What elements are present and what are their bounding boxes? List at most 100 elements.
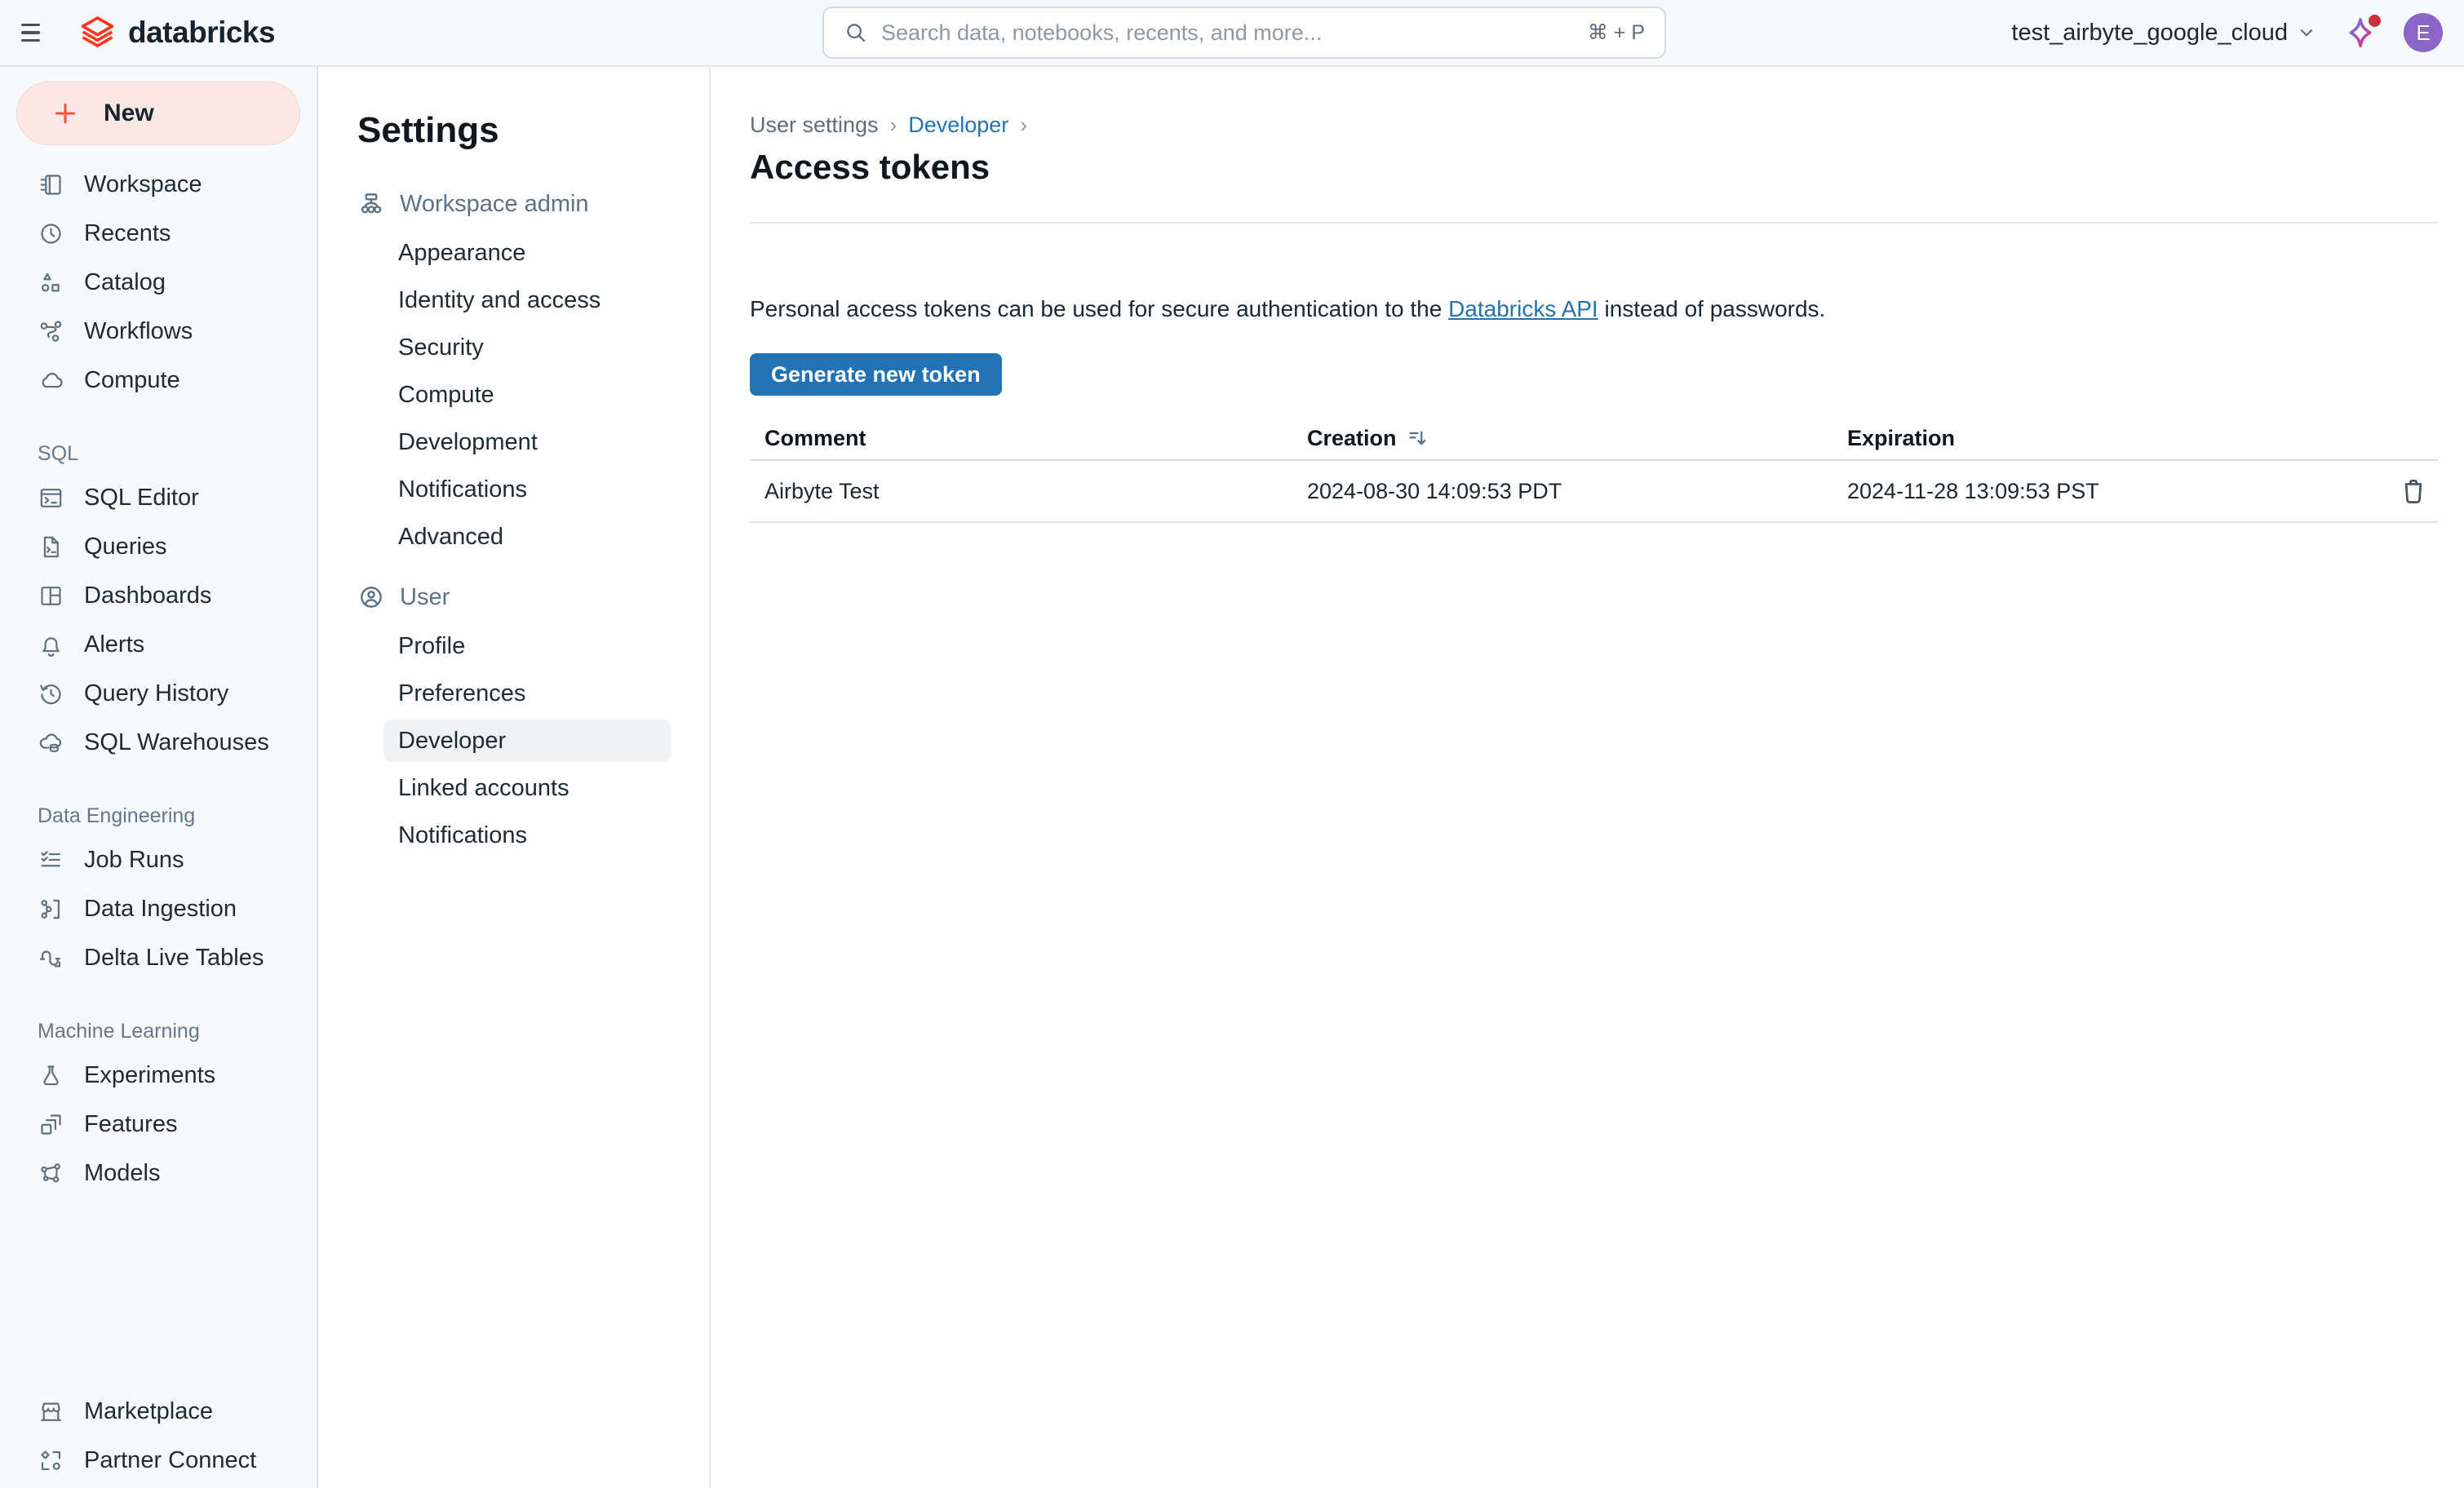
- settings-item-notifications[interactable]: Notifications: [383, 468, 671, 511]
- brand-wordmark: databricks: [128, 16, 275, 50]
- global-search[interactable]: ⌘ + P: [822, 7, 1666, 59]
- sidebar-item-label: Delta Live Tables: [84, 945, 264, 972]
- sidebar-item-label: SQL Warehouses: [84, 729, 269, 756]
- sidebar-item-label: Workspace: [84, 171, 202, 198]
- sidebar-item-features[interactable]: Features: [0, 1100, 317, 1149]
- settings-item-compute[interactable]: Compute: [383, 374, 671, 416]
- new-button-label: New: [104, 100, 154, 127]
- generate-new-token-button[interactable]: Generate new token: [750, 353, 1002, 396]
- sidebar-item-label: Query History: [84, 680, 228, 707]
- search-input[interactable]: [881, 20, 1575, 46]
- databricks-api-link[interactable]: Databricks API: [1448, 296, 1598, 321]
- description-text: instead of passwords.: [1598, 296, 1826, 321]
- dashboards-icon: [38, 582, 64, 609]
- sql-editor-icon: [38, 485, 64, 512]
- breadcrumb-user-settings[interactable]: User settings: [750, 113, 879, 138]
- sql-warehouses-icon: [38, 729, 64, 756]
- workflows-icon: [38, 318, 64, 345]
- catalog-icon: [38, 269, 64, 296]
- org-icon: [357, 190, 385, 218]
- settings-title: Settings: [357, 108, 709, 153]
- sidebar-item-label: Compute: [84, 367, 180, 394]
- sidebar-item-label: Recents: [84, 220, 171, 247]
- query-history-icon: [38, 680, 64, 707]
- sidebar-item-marketplace[interactable]: Marketplace: [0, 1387, 317, 1436]
- sidebar-item-label: Data Ingestion: [84, 896, 237, 923]
- settings-group-workspace-admin: Workspace admin: [318, 183, 709, 225]
- sidebar-item-models[interactable]: Models: [0, 1149, 317, 1198]
- title-divider: [750, 222, 2438, 224]
- queries-icon: [38, 534, 64, 560]
- pipeline-icon: [38, 945, 64, 972]
- sidebar-item-label: Models: [84, 1160, 161, 1187]
- sidebar-item-workspace[interactable]: Workspace: [0, 160, 317, 209]
- sidebar-item-compute[interactable]: Compute: [0, 356, 317, 405]
- delete-token-button[interactable]: [2395, 473, 2431, 509]
- clock-icon: [38, 220, 64, 247]
- token-expiration: 2024-11-28 13:09:53 PST: [1832, 479, 2376, 504]
- sidebar-item-alerts[interactable]: Alerts: [0, 620, 317, 669]
- table-header-row: Comment Creation Expiration: [750, 417, 2438, 461]
- sidebar-item-dashboards[interactable]: Dashboards: [0, 571, 317, 620]
- settings-item-appearance[interactable]: Appearance: [383, 232, 671, 274]
- settings-item-developer[interactable]: Developer: [383, 720, 671, 762]
- sidebar-item-sql-editor[interactable]: SQL Editor: [0, 473, 317, 522]
- sidebar-item-catalog[interactable]: Catalog: [0, 258, 317, 307]
- sidebar-item-label: Features: [84, 1111, 177, 1138]
- settings-item-linked-accounts[interactable]: Linked accounts: [383, 767, 671, 809]
- settings-group-label: User: [400, 584, 450, 611]
- column-header-label: Creation: [1307, 426, 1397, 451]
- breadcrumb-separator: ›: [1020, 113, 1027, 138]
- settings-group-user: User: [318, 576, 709, 618]
- bell-icon: [38, 631, 64, 658]
- sidebar-item-delta-live-tables[interactable]: Delta Live Tables: [0, 933, 317, 982]
- workspace-selector[interactable]: test_airbyte_google_cloud: [2011, 20, 2317, 46]
- flask-icon: [38, 1062, 64, 1089]
- settings-item-development[interactable]: Development: [383, 421, 671, 463]
- databricks-logo[interactable]: databricks: [78, 14, 275, 52]
- settings-item-profile[interactable]: Profile: [383, 625, 671, 667]
- sidebar-item-recents[interactable]: Recents: [0, 209, 317, 258]
- main-content: User settings › Developer › Access token…: [711, 67, 2464, 1488]
- settings-item-user-notifications[interactable]: Notifications: [383, 814, 671, 857]
- sidebar-item-label: Queries: [84, 534, 167, 560]
- sort-descending-icon[interactable]: [1407, 427, 1429, 450]
- access-tokens-table: Comment Creation Expiration Airbyte Test…: [750, 417, 2438, 523]
- sidebar-item-experiments[interactable]: Experiments: [0, 1051, 317, 1100]
- sidebar-item-queries[interactable]: Queries: [0, 522, 317, 571]
- assistant-sparkle-icon[interactable]: [2342, 14, 2379, 51]
- sidebar-item-label: Catalog: [84, 269, 166, 296]
- sidebar-item-label: Workflows: [84, 318, 193, 345]
- new-button[interactable]: New: [16, 82, 300, 145]
- settings-item-security[interactable]: Security: [383, 326, 671, 369]
- sidebar-item-label: Dashboards: [84, 582, 211, 609]
- search-shortcut: ⌘ + P: [1588, 20, 1645, 45]
- sidebar-item-label: Job Runs: [84, 847, 184, 874]
- tokens-description: Personal access tokens can be used for s…: [750, 294, 2438, 324]
- column-header-comment: Comment: [750, 426, 1292, 451]
- user-avatar[interactable]: E: [2404, 13, 2443, 52]
- settings-group-label: Workspace admin: [400, 191, 589, 218]
- sidebar-item-query-history[interactable]: Query History: [0, 669, 317, 718]
- databricks-app: databricks ⌘ + P test_airbyte_google_clo…: [0, 0, 2464, 1488]
- sidebar-item-label: Marketplace: [84, 1398, 213, 1425]
- token-row: Airbyte Test 2024-08-30 14:09:53 PDT 202…: [750, 461, 2438, 523]
- notification-dot: [2369, 15, 2381, 27]
- features-icon: [38, 1111, 64, 1138]
- settings-item-identity-and-access[interactable]: Identity and access: [383, 279, 671, 321]
- sidebar-item-workflows[interactable]: Workflows: [0, 307, 317, 356]
- column-header-creation[interactable]: Creation: [1292, 426, 1832, 451]
- settings-item-preferences[interactable]: Preferences: [383, 672, 671, 715]
- breadcrumb-developer[interactable]: Developer: [908, 113, 1008, 138]
- hamburger-menu-icon[interactable]: [21, 16, 54, 49]
- data-ingestion-icon: [38, 896, 64, 923]
- settings-item-advanced[interactable]: Advanced: [383, 516, 671, 558]
- sidebar-item-partner-connect[interactable]: Partner Connect: [0, 1436, 317, 1485]
- sidebar-item-data-ingestion[interactable]: Data Ingestion: [0, 884, 317, 933]
- chevron-down-icon: [2296, 22, 2317, 43]
- topbar-right: test_airbyte_google_cloud E: [2011, 13, 2464, 52]
- sidebar-item-sql-warehouses[interactable]: SQL Warehouses: [0, 718, 317, 767]
- breadcrumb: User settings › Developer ›: [750, 112, 2438, 138]
- description-text: Personal access tokens can be used for s…: [750, 296, 1448, 321]
- sidebar-item-job-runs[interactable]: Job Runs: [0, 835, 317, 884]
